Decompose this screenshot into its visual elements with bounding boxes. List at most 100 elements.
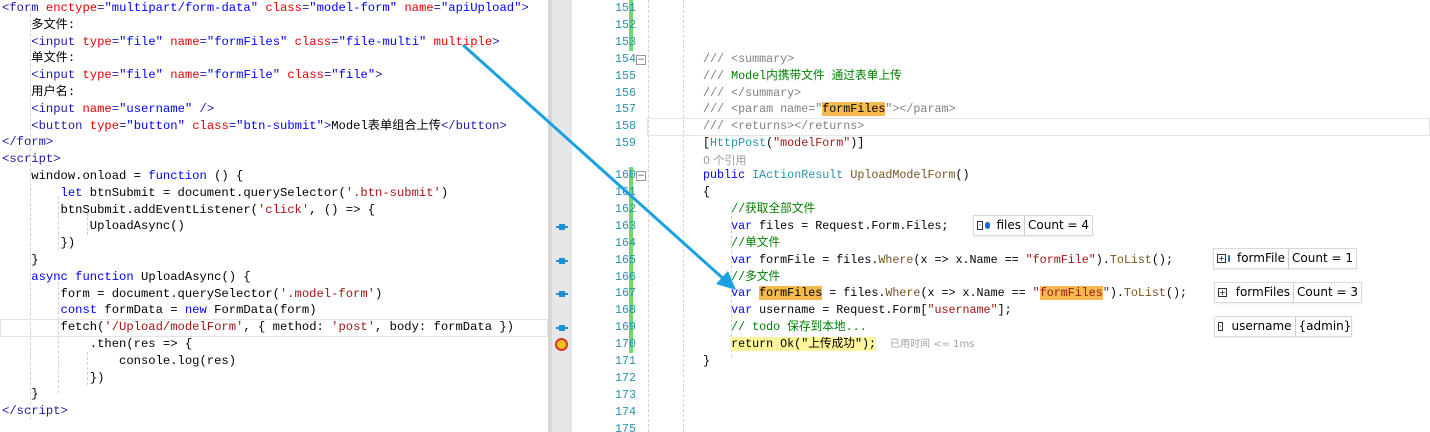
code-line[interactable]: async function UploadAsync() {	[2, 269, 250, 286]
code-line[interactable]: // todo 保存到本地...	[703, 319, 867, 336]
datatip-value[interactable]: Count = 4	[1028, 216, 1089, 235]
html-editor-pane[interactable]: <form enctype = "multipart/form-data" clas…	[0, 0, 548, 432]
code-token: enctype	[45, 1, 98, 15]
code-line[interactable]: /// <returns></returns>	[703, 118, 864, 135]
pin-box-icon[interactable]: ·	[977, 221, 983, 230]
code-token: "formFile"	[1025, 252, 1096, 267]
code-line[interactable]: <input type="file" name="formFile" class…	[2, 67, 382, 84]
code-line[interactable]: const formData = new FormData(form)	[2, 302, 317, 319]
code-line[interactable]: 用户名:	[2, 84, 75, 101]
code-line[interactable]: }	[2, 386, 38, 403]
expand-plus-icon[interactable]: +	[1217, 254, 1226, 263]
code-token: btnSubmit.addEventListener(	[2, 202, 258, 217]
code-line[interactable]: //获取全部文件	[703, 201, 815, 218]
code-line[interactable]: form = document.querySelector('.model-fo…	[2, 286, 383, 303]
collapse-region-icon[interactable]: −	[636, 171, 646, 182]
code-token: ToList	[1123, 286, 1166, 301]
code-line[interactable]: </script>	[2, 403, 68, 420]
code-token: />	[199, 101, 215, 116]
code-token: =	[331, 34, 339, 49]
code-token: ();	[1151, 252, 1173, 267]
code-line[interactable]: })	[2, 235, 76, 252]
code-line[interactable]: </form>	[2, 134, 53, 151]
code-line[interactable]: <input name="username" />	[2, 101, 214, 118]
code-token: <form	[2, 1, 39, 15]
code-line[interactable]: {	[703, 184, 710, 201]
code-token: "file"	[119, 34, 163, 49]
code-line[interactable]: return Ok("上传成功"); 已用时间 <= 1ms	[703, 336, 974, 353]
code-token: form = document.querySelector(	[2, 286, 280, 301]
breakpoint-margin[interactable]	[552, 0, 572, 432]
code-token: '.model-form'	[279, 286, 375, 301]
code-line[interactable]: /// <param name="formFiles"></param>	[703, 101, 956, 118]
code-lens-references[interactable]: 0 个引用	[703, 152, 747, 168]
code-line[interactable]: var formFile = files.Where(x => x.Name =…	[703, 252, 1173, 269]
code-line[interactable]: <form enctype = "multipart/form-data" clas…	[2, 0, 529, 17]
code-line[interactable]: 单文件:	[2, 50, 75, 67]
code-line[interactable]: let btnSubmit = document.querySelector('…	[2, 185, 449, 202]
code-token: name	[404, 1, 434, 15]
tracepoint-icon[interactable]	[556, 291, 568, 298]
code-line[interactable]: var username = Request.Form["username"];	[703, 302, 1012, 319]
line-number: 155	[614, 68, 636, 83]
code-line[interactable]: <input type="file" name="formFiles" clas…	[2, 34, 499, 51]
code-token: type	[89, 118, 120, 133]
code-line[interactable]: /// Model内携带文件 通过表单上传	[703, 68, 902, 85]
expand-plus-icon[interactable]: +	[1218, 288, 1227, 297]
code-token: const	[60, 303, 98, 318]
datatip-value[interactable]: {admin}	[1299, 317, 1352, 336]
code-token: Model表单组合上传	[331, 118, 441, 133]
code-token: /// </summary>	[703, 85, 802, 100]
code-line[interactable]: /// </summary>	[703, 85, 801, 102]
datatip-value[interactable]: Count = 1	[1292, 249, 1353, 268]
code-token: Where	[885, 286, 921, 301]
code-line[interactable]: /// <summary>	[703, 51, 794, 68]
code-token: var	[731, 286, 753, 301]
code-line[interactable]: var files = Request.Form.Files;	[703, 218, 948, 235]
code-line[interactable]: //单文件	[703, 235, 780, 252]
code-token: formFile = files.	[752, 252, 879, 267]
code-line[interactable]: window.onload = function () {	[2, 168, 243, 185]
current-statement-icon[interactable]	[555, 338, 568, 352]
tracepoint-icon[interactable]	[556, 257, 568, 264]
code-line[interactable]: }	[703, 353, 710, 370]
code-line[interactable]: })	[2, 370, 105, 387]
code-token: , { method:	[243, 320, 332, 335]
datatip-value[interactable]: Count = 3	[1297, 283, 1358, 302]
code-line[interactable]: console.log(res)	[2, 353, 236, 370]
collapse-region-icon[interactable]: −	[636, 54, 646, 65]
code-line[interactable]: <button type="button" class="btn-submit"…	[2, 118, 507, 135]
code-line[interactable]: .then(res => {	[2, 336, 192, 353]
code-line[interactable]: fetch('/Upload/modelForm', { method: 'po…	[2, 319, 515, 336]
tracepoint-icon[interactable]	[556, 223, 568, 230]
datatip-formFile[interactable]: + formFile Count = 1	[1213, 248, 1357, 269]
datatip-username[interactable]: · username {admin}	[1214, 316, 1352, 337]
code-token: =	[111, 68, 120, 83]
code-line[interactable]: var formFiles = files.Where(x => x.Name …	[703, 285, 1187, 302]
code-token: window.onload =	[2, 169, 149, 183]
code-token: ).	[1095, 252, 1110, 267]
code-line[interactable]: }	[2, 252, 38, 269]
code-line[interactable]: //多文件	[703, 269, 780, 286]
code-token: [	[703, 136, 711, 151]
code-line[interactable]: <script>	[2, 151, 61, 168]
tracepoint-icon[interactable]	[556, 325, 568, 332]
datatip-formFiles[interactable]: + formFiles Count = 3	[1214, 282, 1362, 303]
code-line[interactable]: btnSubmit.addEventListener('click', () =…	[2, 202, 376, 219]
line-number: 163	[614, 218, 636, 233]
code-line[interactable]: public IActionResult UploadModelForm()	[703, 167, 970, 184]
code-line[interactable]: [HttpPost("modelForm")]	[703, 135, 864, 152]
code-token: function	[148, 169, 207, 183]
pin-box-icon[interactable]: ·	[1218, 322, 1223, 331]
code-line[interactable]: UploadAsync()	[2, 218, 185, 235]
code-line[interactable]: 多文件:	[2, 17, 75, 34]
datatip-files[interactable]: · files Count = 4	[973, 215, 1093, 236]
